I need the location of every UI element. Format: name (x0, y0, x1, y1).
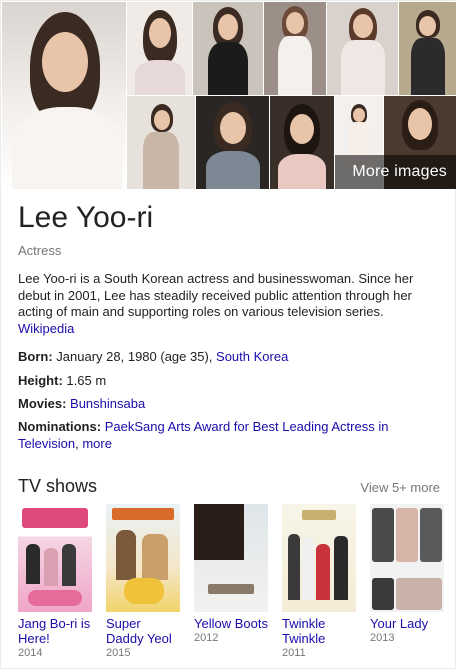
tv-show-card[interactable]: Yellow Boots 2012 (194, 504, 268, 644)
entity-title: Lee Yoo-ri (18, 201, 154, 234)
tv-show-title[interactable]: Yellow Boots (194, 616, 268, 631)
thumbnail-image[interactable] (127, 2, 192, 95)
entity-type: Actress (18, 243, 62, 258)
born-place-link[interactable]: South Korea (216, 349, 288, 364)
thumbnail-image[interactable] (193, 2, 263, 95)
tv-show-poster[interactable] (106, 504, 180, 612)
tv-show-card[interactable]: Super Daddy Yeol 2015 (106, 504, 180, 659)
born-value: January 28, 1980 (age 35), (56, 349, 213, 364)
nominations-more-link[interactable]: more (82, 436, 112, 451)
tv-show-title[interactable]: Jang Bo-ri is Here! (18, 616, 92, 646)
wikipedia-link[interactable]: Wikipedia (18, 321, 74, 336)
movie-link[interactable]: Bunshinsaba (70, 396, 145, 411)
tv-show-poster[interactable] (282, 504, 356, 612)
tv-show-poster[interactable] (194, 504, 268, 612)
thumbnail-image[interactable] (270, 96, 334, 189)
tv-show-year: 2011 (282, 647, 306, 659)
tv-show-poster[interactable] (370, 504, 444, 612)
tv-show-title[interactable]: Twinkle Twinkle (282, 616, 356, 646)
fact-nominations: Nominations: PaekSang Arts Award for Bes… (18, 419, 389, 451)
main-portrait-image[interactable] (2, 2, 126, 189)
tv-show-title[interactable]: Super Daddy Yeol (106, 616, 180, 646)
born-label: Born: (18, 349, 53, 364)
fact-born: Born: January 28, 1980 (age 35), South K… (18, 349, 438, 366)
view-more-link[interactable]: View 5+ more (360, 480, 440, 495)
height-value: 1.65 m (66, 373, 107, 388)
tv-shows-heading: TV shows (18, 476, 98, 496)
thumbnail-image[interactable] (399, 2, 456, 95)
tv-show-poster[interactable] (18, 504, 92, 612)
nominations-label: Nominations: (18, 419, 102, 434)
description-text: Lee Yoo-ri is a South Korean actress and… (18, 271, 414, 320)
tv-show-title[interactable]: Your Lady (370, 616, 444, 631)
tv-show-year: 2012 (194, 632, 219, 644)
tv-show-card[interactable]: Your Lady 2013 (370, 504, 444, 644)
tv-show-card[interactable]: Jang Bo-ri is Here! 2014 (18, 504, 92, 659)
thumbnail-image[interactable] (196, 96, 269, 189)
entity-description: Lee Yoo-ri is a South Korean actress and… (18, 271, 438, 337)
tv-show-card[interactable]: Twinkle Twinkle 2011 (282, 504, 356, 659)
thumbnail-image[interactable] (327, 2, 398, 95)
movies-label: Movies: (18, 396, 67, 411)
fact-movies: Movies: Bunshinsaba (18, 396, 438, 413)
tv-show-year: 2014 (18, 647, 43, 659)
thumbnail-image[interactable] (127, 96, 195, 189)
more-images-overlay[interactable]: More images (335, 155, 456, 189)
height-label: Height: (18, 373, 63, 388)
knowledge-panel: More images Lee Yoo-ri Actress Lee Yoo-r… (0, 0, 456, 669)
thumbnail-image[interactable] (264, 2, 326, 95)
fact-height: Height: 1.65 m (18, 373, 438, 390)
tv-show-year: 2013 (370, 632, 395, 644)
tv-show-year: 2015 (106, 647, 131, 659)
more-images-label[interactable]: More images (352, 163, 447, 181)
